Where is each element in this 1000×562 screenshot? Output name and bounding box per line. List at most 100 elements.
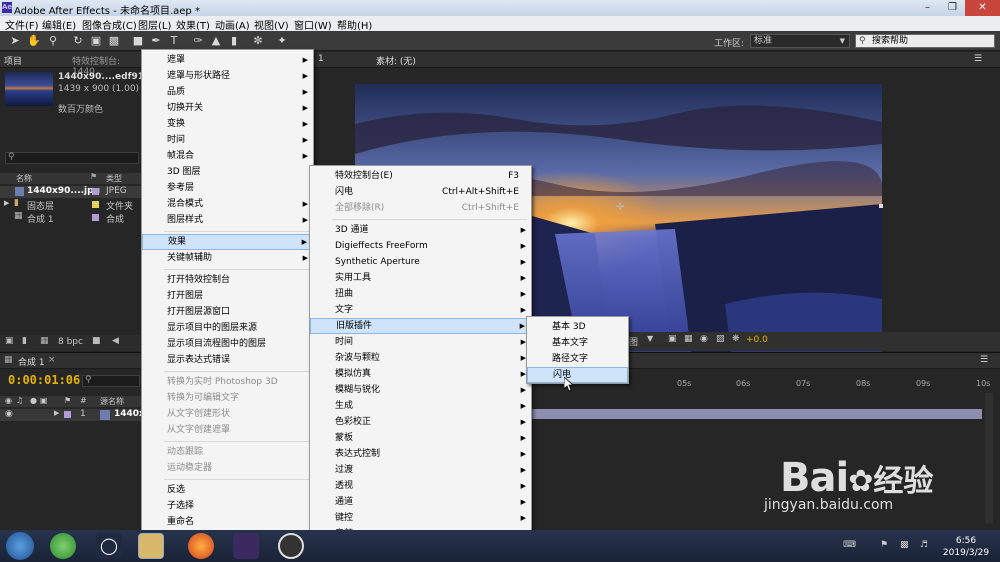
menu-item[interactable]: 生成 ▶ — [310, 398, 531, 414]
menu-item[interactable]: 图层样式 ▶ — [142, 212, 313, 228]
snapshot-icon[interactable]: ◉ — [700, 334, 708, 344]
menu-item[interactable]: 帧混合 ▶ — [142, 148, 313, 164]
menu-item[interactable]: 透视 ▶ — [310, 478, 531, 494]
expand-arrow-icon[interactable]: ▶ — [4, 199, 9, 207]
timeline-search-input[interactable]: ⚲ — [82, 375, 140, 387]
menu-window[interactable]: 窗口(W) — [294, 17, 332, 32]
col-name[interactable]: 名称 — [16, 173, 32, 184]
maximize-button[interactable]: ❐ — [940, 0, 965, 16]
menu-item[interactable]: 品质 ▶ — [142, 84, 313, 100]
roto-brush-tool-icon[interactable]: ✼ — [251, 34, 265, 48]
menu-item[interactable]: 切换开关 ▶ — [142, 100, 313, 116]
tab-project[interactable]: 项目 — [4, 54, 22, 67]
new-folder-icon[interactable]: ▮ — [22, 336, 27, 346]
eraser-tool-icon[interactable]: ▮ — [227, 34, 241, 48]
col-source-name[interactable]: 源名称 — [100, 396, 124, 407]
tab-comp1[interactable]: 合成 1 — [18, 355, 45, 368]
menu-item[interactable]: 实用工具 ▶ — [310, 270, 531, 286]
menu-item[interactable]: 特效控制台(E) F3 — [310, 168, 531, 184]
tab-footage[interactable]: 素材: (无) — [376, 54, 416, 67]
media-player-icon[interactable] — [233, 533, 259, 559]
project-item-comp[interactable]: ▦ 合成 1 合成 — [0, 211, 142, 225]
layer-duration-bar[interactable] — [530, 409, 982, 419]
clone-stamp-tool-icon[interactable]: ▲ — [209, 34, 223, 48]
menu-item[interactable]: 基本文字 — [527, 335, 628, 351]
menu-item[interactable]: 旧版插件 ▶ — [310, 318, 531, 334]
menu-item[interactable]: 效果 ▶ — [142, 234, 313, 250]
rotate-tool-icon[interactable]: ↻ — [71, 34, 85, 48]
zoom-tool-icon[interactable]: ⚲ — [46, 34, 60, 48]
menu-item[interactable]: 3D 图层 — [142, 164, 313, 180]
menu-item[interactable]: 色彩校正 ▶ — [310, 414, 531, 430]
menu-layer[interactable]: 图层(L) — [138, 17, 171, 32]
menu-item[interactable]: 显示表达式错误 — [142, 352, 313, 368]
exposure-value[interactable]: +0.0 — [746, 335, 768, 345]
menu-animation[interactable]: 动画(A) — [215, 17, 250, 32]
panel-menu-icon[interactable]: ☰ — [980, 355, 988, 365]
current-timecode[interactable]: 0:00:01:06 — [8, 373, 80, 387]
menu-item[interactable]: 打开图层源窗口 — [142, 304, 313, 320]
menu-item[interactable]: 子选择 — [142, 498, 313, 514]
expand-arrow-icon[interactable]: ▶ — [54, 409, 59, 417]
menu-help[interactable]: 帮助(H) — [337, 17, 372, 32]
layer-row[interactable]: ◉ ▶ 1 1440x — [0, 409, 145, 421]
close-tab-icon[interactable]: × — [48, 355, 56, 365]
tab-comp-dropdown[interactable]: 1 — [318, 54, 324, 64]
menu-item[interactable]: 闪电 Ctrl+Alt+Shift+E — [310, 184, 531, 200]
pen-tool-icon[interactable]: ✒ — [149, 34, 163, 48]
menu-view[interactable]: 视图(V) — [254, 17, 289, 32]
menu-item[interactable]: 变换 ▶ — [142, 116, 313, 132]
menu-item[interactable]: 表达式控制 ▶ — [310, 446, 531, 462]
menu-item[interactable]: 闪电 — [527, 367, 628, 383]
menu-item[interactable]: 遮罩与形状路径 ▶ — [142, 68, 313, 84]
chevron-down-icon[interactable]: ▼ — [647, 334, 653, 343]
menu-item[interactable]: Synthetic Aperture ▶ — [310, 254, 531, 270]
view-layout-icon[interactable]: ▣ — [668, 334, 677, 344]
menu-item[interactable]: 混合模式 ▶ — [142, 196, 313, 212]
show-channel-icon[interactable]: ▨ — [716, 334, 725, 344]
menu-item[interactable]: 时间 ▶ — [142, 132, 313, 148]
toggle-pixel-icon[interactable]: ▦ — [684, 334, 693, 344]
menu-item[interactable]: 键控 ▶ — [310, 510, 531, 526]
menu-item[interactable]: 通道 ▶ — [310, 494, 531, 510]
file-explorer-icon[interactable] — [138, 533, 164, 559]
menu-item[interactable]: 模拟仿真 ▶ — [310, 366, 531, 382]
hand-tool-icon[interactable]: ✋ — [27, 34, 41, 48]
eye-icon[interactable]: ◉ — [5, 409, 13, 419]
interpret-footage-icon[interactable]: ▣ — [5, 336, 14, 346]
menu-item[interactable]: 重命名 — [142, 514, 313, 530]
menu-composition[interactable]: 图像合成(C) — [82, 17, 137, 32]
menu-item[interactable]: 参考层 — [142, 180, 313, 196]
bounding-handle[interactable] — [879, 204, 883, 208]
menu-item[interactable]: 显示项目流程图中的图层 — [142, 336, 313, 352]
scroll-left-icon[interactable]: ◀ — [112, 336, 119, 346]
camera-tool-icon[interactable]: ▣ — [89, 34, 103, 48]
bpc-toggle[interactable]: 8 bpc — [58, 337, 83, 347]
pan-behind-tool-icon[interactable]: ▩ — [107, 34, 121, 48]
help-search-input[interactable]: ⚲ 搜索帮助 — [855, 34, 995, 48]
trash-icon[interactable]: ■ — [92, 336, 101, 346]
firefox-icon[interactable] — [188, 533, 214, 559]
minimize-button[interactable]: – — [915, 0, 940, 16]
col-type[interactable]: 类型 — [106, 173, 122, 184]
exposure-reset-icon[interactable]: ❋ — [732, 334, 740, 344]
menu-item[interactable]: 时间 ▶ — [310, 334, 531, 350]
timeline-scrollbar[interactable] — [985, 393, 993, 523]
start-button[interactable] — [6, 532, 34, 560]
project-item-footage[interactable]: 1440x90....jpg JPEG — [0, 186, 142, 198]
brush-tool-icon[interactable]: ✑ — [191, 34, 205, 48]
menu-item[interactable]: 反选 — [142, 482, 313, 498]
menu-item[interactable]: 过渡 ▶ — [310, 462, 531, 478]
puppet-pin-tool-icon[interactable]: ✦ — [275, 34, 289, 48]
menu-item[interactable]: 遮罩 ▶ — [142, 52, 313, 68]
menu-effect[interactable]: 效果(T) — [176, 17, 210, 32]
menu-item[interactable]: 路径文字 — [527, 351, 628, 367]
menu-item[interactable]: 模糊与锐化 ▶ — [310, 382, 531, 398]
menu-item[interactable]: 杂波与颗粒 ▶ — [310, 350, 531, 366]
workspace-select[interactable]: 标准 ▼ — [750, 34, 850, 48]
qq-icon[interactable]: ◯ — [96, 533, 122, 559]
menu-file[interactable]: 文件(F) — [5, 17, 39, 32]
menu-item[interactable]: 关键帧辅助 ▶ — [142, 250, 313, 266]
menu-item[interactable]: 显示项目中的图层来源 — [142, 320, 313, 336]
volume-icon[interactable]: ♬ — [920, 540, 928, 550]
